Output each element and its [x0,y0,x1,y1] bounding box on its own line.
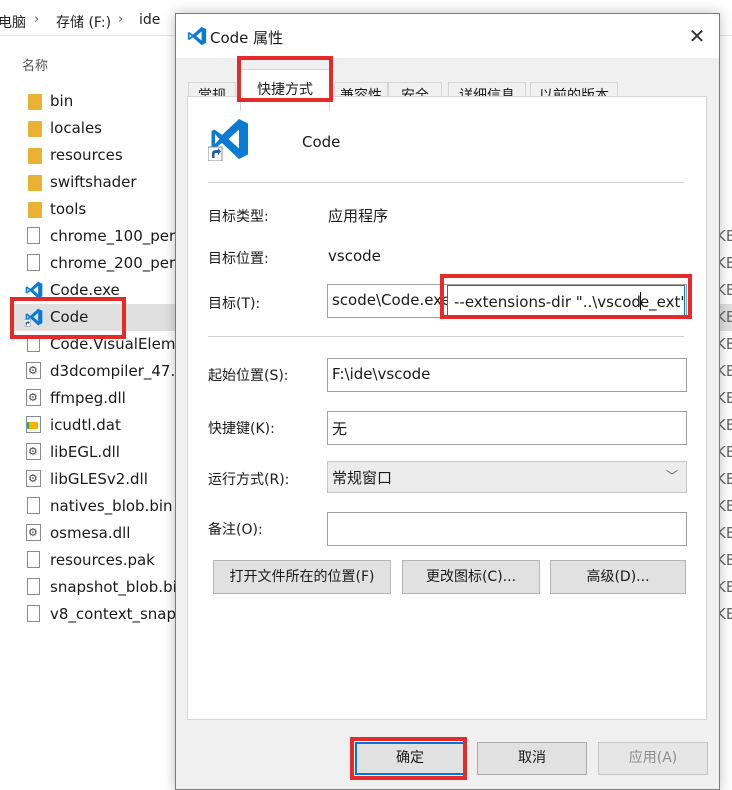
file-name: snapshot_blob.bi [50,578,177,596]
file-name: icudtl.dat [50,416,121,434]
app-name: Code [302,133,341,151]
start-in-input[interactable]: F:\ide\vscode [327,358,687,392]
file-icon [27,254,40,271]
file-icon [27,551,40,568]
cancel-button[interactable]: 取消 [477,742,587,775]
file-name: osmesa.dll [50,524,131,542]
highlight-box-shortcut-tab [237,56,333,102]
shortcut-tab-panel: Code 目标类型: 应用程序 目标位置: vscode 目标(T): scod… [187,96,707,720]
file-name: libEGL.dll [50,443,120,461]
breadcrumb-item[interactable]: 存储 (F:) [56,12,111,32]
file-name: resources.pak [50,551,155,569]
highlight-box-ok-button [350,737,467,780]
dialog-title: Code 属性 [210,29,284,47]
file-name: d3dcompiler_47.d [50,362,185,380]
comment-input[interactable] [327,512,687,546]
properties-dialog: Code 属性 ✕ 常规 快捷方式 兼容性 安全 详细信息 以前的版本 Code… [175,13,720,790]
file-name: resources [50,146,123,164]
target-type-label: 目标类型: [208,209,269,225]
comment-label: 备注(O): [208,522,263,538]
file-name: libGLESv2.dll [50,470,148,488]
close-icon[interactable]: ✕ [675,14,719,58]
highlight-box-code-file [10,297,126,339]
target-type-value: 应用程序 [328,207,389,225]
apply-button[interactable]: 应用(A) [598,742,708,775]
shortcut-key-input[interactable]: 无 [327,411,687,445]
breadcrumb-item[interactable]: ide [139,12,160,28]
run-mode-value: 常规窗口 [332,469,393,487]
dialog-titlebar[interactable]: Code 属性 ✕ [176,14,719,58]
file-icon [27,578,40,595]
highlight-box-target-args [440,274,692,319]
file-name: chrome_100_perc [50,227,184,245]
vscode-shortcut-icon [208,119,248,161]
folder-icon [28,202,42,218]
dll-icon [26,389,41,406]
breadcrumb-separator-icon: › [118,12,124,27]
shortcut-key-label: 快捷键(K): [208,421,275,437]
advanced-button[interactable]: 高级(D)... [550,560,686,594]
run-mode-select[interactable]: 常规窗口 ﹀ [327,461,687,493]
target-location-label: 目标位置: [208,251,269,267]
file-name: ffmpeg.dll [50,389,126,407]
dat-icon [26,416,41,433]
file-name: bin [50,92,74,110]
file-name: tools [50,200,87,218]
target-location-value: vscode [328,247,381,265]
dll-icon [26,524,41,541]
dll-icon [26,470,41,487]
chevron-down-icon: ﹀ [665,469,678,483]
vscode-icon [187,26,207,46]
file-icon [27,497,40,514]
divider [208,336,684,337]
file-name: v8_context_snaps [50,605,184,623]
file-name: swiftshader [50,173,137,191]
column-header-name[interactable]: 名称 [22,55,48,74]
breadcrumb-separator-icon: › [34,12,40,27]
open-file-location-button[interactable]: 打开文件所在的位置(F) [213,560,391,594]
target-input-left-text: scode\Code.exe" [332,291,458,309]
dll-icon [26,362,41,379]
start-in-label: 起始位置(S): [208,368,289,384]
folder-icon [28,175,42,191]
file-icon [27,227,40,244]
file-name: natives_blob.bin [50,497,173,515]
dll-icon [26,443,41,460]
run-label: 运行方式(R): [208,472,290,488]
file-icon [27,605,40,622]
target-label: 目标(T): [208,296,261,312]
change-icon-button[interactable]: 更改图标(C)... [402,560,540,594]
divider [208,182,684,183]
folder-icon [28,148,42,164]
folder-icon [28,94,42,110]
file-name: locales [50,119,102,137]
file-name: chrome_200_perc [50,254,184,272]
breadcrumb-item[interactable]: 电脑 [0,12,26,32]
folder-icon [28,121,42,137]
